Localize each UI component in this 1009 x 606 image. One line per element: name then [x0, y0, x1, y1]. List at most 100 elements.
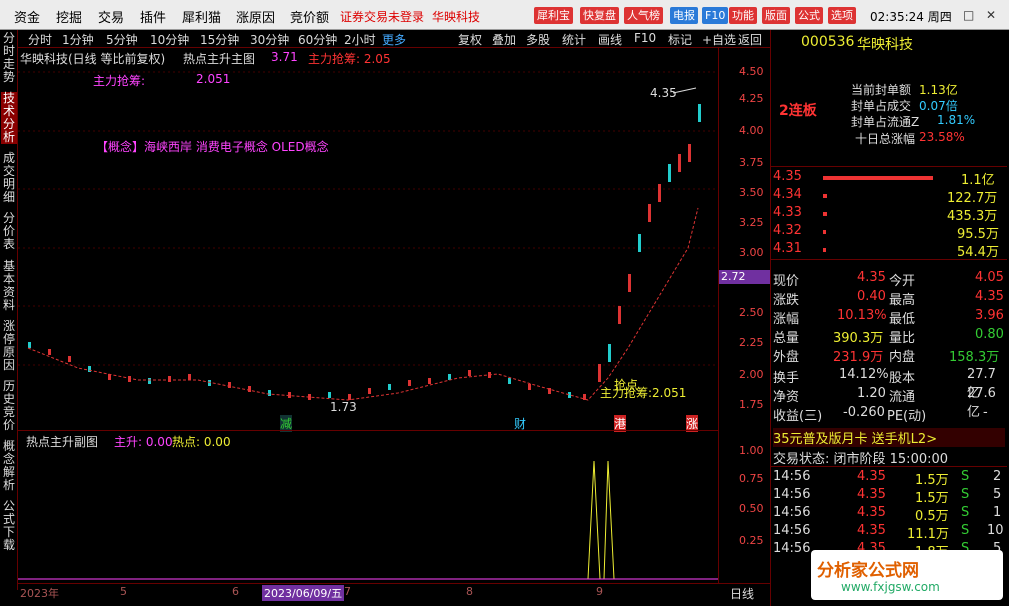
- sub-title[interactable]: 热点主升副图: [26, 433, 98, 450]
- period-label[interactable]: 日线: [730, 585, 754, 602]
- menu-xilimao[interactable]: 犀利猫: [182, 7, 221, 26]
- tab-jishu[interactable]: 技术分析: [1, 92, 17, 144]
- q-val: 4.35: [975, 289, 1004, 304]
- concept-label: 【概念】海峡西岸 消费电子概念 OLED概念: [96, 140, 329, 154]
- date-label: 7: [344, 585, 351, 598]
- candle: [428, 378, 431, 384]
- ytick: 3.25: [739, 216, 764, 229]
- period-bar: 分时 1分钟 5分钟 10分钟 15分钟 30分钟 60分钟 2小时 更多 复权…: [18, 30, 770, 48]
- ytick: 3.75: [739, 156, 764, 169]
- tab-zhangting[interactable]: 涨停原因: [1, 320, 17, 372]
- tool-tongji[interactable]: 统计: [562, 31, 586, 48]
- period-60m[interactable]: 60分钟: [298, 31, 337, 48]
- promo-link[interactable]: 35元普及版月卡 送手机L2>: [773, 428, 1005, 447]
- seal-float-label: 封单占流通Z: [851, 115, 920, 129]
- quote-grid: 现价 4.35 今开 4.05 涨跌 0.40 最高 4.35 涨幅 10.13% 最低 3.96…: [771, 270, 1007, 426]
- sub-chart-svg: [18, 460, 718, 580]
- period-2h[interactable]: 2小时: [344, 31, 376, 48]
- bid-price: 4.34: [773, 187, 802, 202]
- tool-biaoji[interactable]: 标记: [668, 31, 692, 48]
- ytick: 2.00: [739, 368, 764, 381]
- ytick: 2.50: [739, 306, 764, 319]
- main-chart[interactable]: 华映科技(日线 等比前复权) 热点主升主图 3.71 主力抢筹: 2.05 主力…: [18, 48, 718, 432]
- pill-banmian[interactable]: 版面: [762, 7, 790, 24]
- period-5m[interactable]: 5分钟: [106, 31, 138, 48]
- menu-chajian[interactable]: 插件: [140, 7, 166, 26]
- login-status[interactable]: 证券交易未登录: [340, 8, 424, 25]
- indicator-name[interactable]: 热点主升主图: [183, 50, 255, 67]
- pill-gongneng[interactable]: 功能: [729, 7, 757, 24]
- q-label: 涨幅: [773, 312, 800, 327]
- tab-jingjia[interactable]: 历史竞价: [1, 380, 17, 432]
- tool-duogu[interactable]: 多股: [526, 31, 550, 48]
- candle: [618, 306, 621, 324]
- q-label: 总量: [773, 331, 800, 346]
- tab-jiben[interactable]: 基本资料: [1, 260, 17, 312]
- q-label: 股本: [889, 371, 916, 386]
- candle: [598, 364, 601, 382]
- period-15m[interactable]: 15分钟: [200, 31, 239, 48]
- period-more[interactable]: 更多: [382, 31, 406, 48]
- candle: [698, 104, 701, 122]
- pill-kuaifupan[interactable]: 快复盘: [580, 7, 619, 24]
- sub-ytick: 0.50: [739, 502, 764, 515]
- minimize-icon[interactable]: −: [942, 8, 952, 22]
- candle: [48, 349, 51, 355]
- site-logo: 分析家公式网 www.fxjgsw.com: [811, 550, 1003, 600]
- tool-f10[interactable]: F10: [634, 31, 656, 45]
- candle: [448, 374, 451, 380]
- tab-fenshi[interactable]: 分时走势: [1, 32, 17, 84]
- candle: [658, 184, 661, 202]
- date-label: 6: [232, 585, 239, 598]
- tick-time: 14:56: [773, 505, 811, 520]
- q-label: 流通: [889, 390, 916, 405]
- tick-price: 4.35: [857, 469, 886, 484]
- tab-fenjia[interactable]: 分价表: [1, 212, 17, 251]
- period-30m[interactable]: 30分钟: [250, 31, 289, 48]
- period-1m[interactable]: 1分钟: [62, 31, 94, 48]
- candle: [408, 380, 411, 386]
- tab-gongshi[interactable]: 公式下载: [1, 500, 17, 552]
- close-icon[interactable]: ✕: [986, 8, 996, 22]
- clock: 02:35:24 周四: [870, 10, 952, 24]
- tab-gainian[interactable]: 概念解析: [1, 440, 17, 492]
- pill-gongshi[interactable]: 公式: [795, 7, 823, 24]
- pill-xuanxiang[interactable]: 选项: [828, 7, 856, 24]
- period-fenshi[interactable]: 分时: [28, 31, 52, 48]
- candle: [678, 154, 681, 172]
- menu-zhangyuanyin[interactable]: 涨原因: [236, 7, 275, 26]
- tool-huaxian[interactable]: 画线: [598, 31, 622, 48]
- menu-jingjiae[interactable]: 竞价额: [290, 7, 329, 26]
- q-label: 外盘: [773, 350, 800, 365]
- tool-fanhui[interactable]: 返回: [738, 31, 762, 48]
- bid-price: 4.35: [773, 169, 802, 184]
- menu-wajue[interactable]: 挖掘: [56, 7, 82, 26]
- tick-side: S: [961, 523, 970, 538]
- sub-chart[interactable]: 热点主升副图 主升: 0.00 热点: 0.00: [18, 430, 718, 583]
- tool-zixuan[interactable]: +自选: [702, 31, 736, 48]
- sub-l2: 热点: 0.00: [172, 435, 231, 449]
- menu-jiaoyi[interactable]: 交易: [98, 7, 124, 26]
- tab-chengjiao[interactable]: 成交明细: [1, 152, 17, 204]
- tick-time: 14:56: [773, 541, 811, 556]
- menu-zijin[interactable]: 资金: [14, 7, 40, 26]
- maximize-icon[interactable]: □: [963, 8, 974, 22]
- q-val: 4.35: [857, 270, 886, 285]
- candle: [88, 366, 91, 372]
- menu-bar: 资金 挖掘 交易 插件 犀利猫 涨原因 竞价额 证券交易未登录 华映科技 犀利宝…: [0, 0, 1009, 30]
- tick-price: 4.35: [857, 505, 886, 520]
- bid-bar: [823, 194, 827, 198]
- ytick: 3.00: [739, 246, 764, 259]
- sub-ytick: 1.00: [739, 444, 764, 457]
- period-10m[interactable]: 10分钟: [150, 31, 189, 48]
- tool-fuquan[interactable]: 复权: [458, 31, 482, 48]
- bid-vol: 54.4万: [957, 245, 999, 260]
- pill-dianbao[interactable]: 电报: [670, 7, 698, 24]
- pill-renqibang[interactable]: 人气榜: [624, 7, 663, 24]
- tool-diejia[interactable]: 叠加: [492, 31, 516, 48]
- bid-bar: [823, 248, 826, 252]
- pill-xilibao[interactable]: 犀利宝: [534, 7, 573, 24]
- ytick: 3.50: [739, 186, 764, 199]
- q-val: -0.260: [843, 405, 885, 420]
- pill-f10[interactable]: F10: [702, 7, 729, 24]
